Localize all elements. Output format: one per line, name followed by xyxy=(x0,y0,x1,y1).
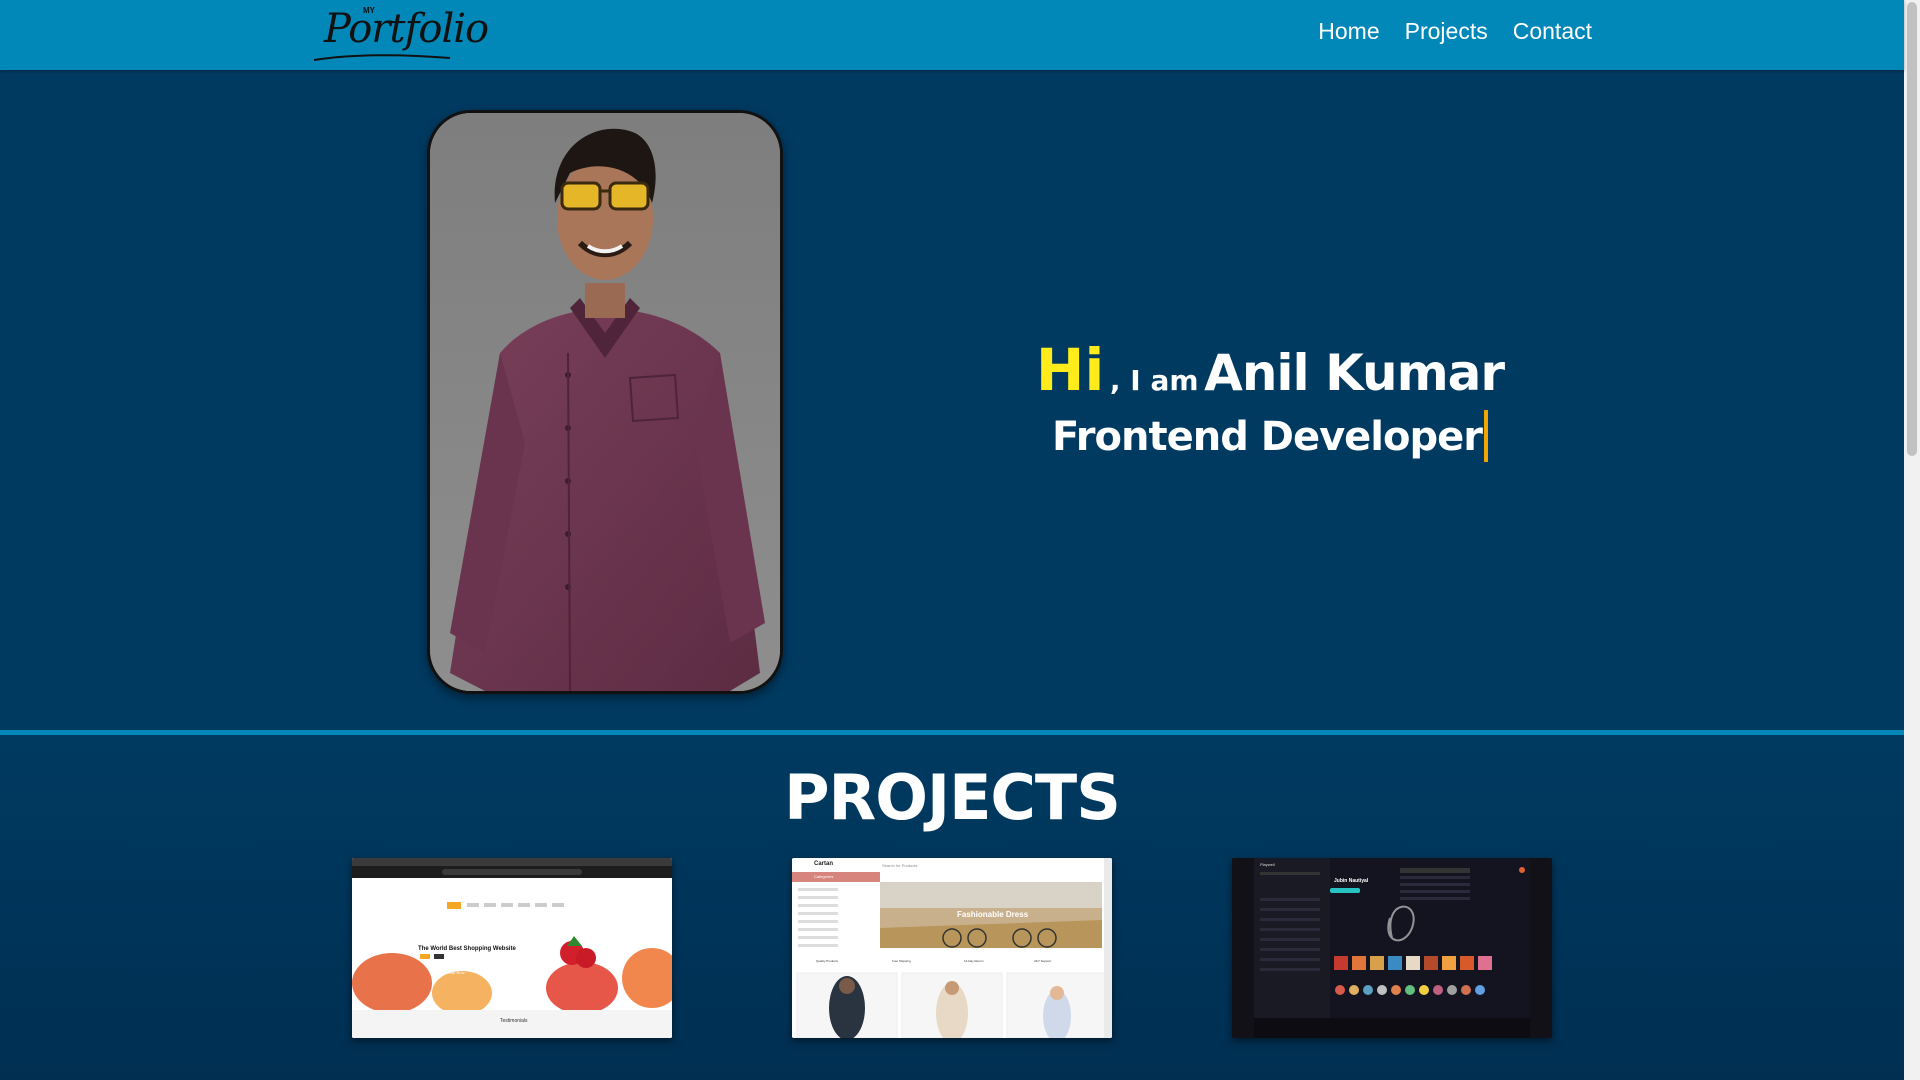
logo-text: Portfolio xyxy=(324,6,489,52)
project-card-grocery[interactable]: The World Best Shopping Website Shop Now… xyxy=(352,858,672,1038)
fashion-store-thumbnail xyxy=(792,858,1112,1038)
role-text: Frontend Developer xyxy=(1052,414,1483,460)
profile-photo xyxy=(427,110,783,694)
typing-caret xyxy=(1483,410,1488,462)
main-nav: Home Projects Contact xyxy=(1318,18,1592,45)
logo-underline-icon xyxy=(313,54,451,61)
card-cartan-feature-3: 14-Day Return xyxy=(964,959,984,963)
page: MY Portfolio Home Projects Contact Hi , … xyxy=(0,0,1920,1080)
card-music-brand: Playwell xyxy=(1260,862,1275,867)
hero-role: Frontend Developer xyxy=(1030,410,1510,462)
nav-projects-link[interactable]: Projects xyxy=(1405,18,1488,45)
greeting-name: Anil Kumar xyxy=(1204,344,1505,402)
project-card-music[interactable]: Playwell Jubin Nautiyal xyxy=(1232,858,1552,1038)
card-cartan-search: Search for Products xyxy=(882,863,918,868)
card-cartan-feature-2: Free Shipping xyxy=(892,959,911,963)
nav-contact-link[interactable]: Contact xyxy=(1513,18,1592,45)
greeting-hi: Hi xyxy=(1035,336,1105,404)
hero-section: Hi , I am Anil Kumar Frontend Developer xyxy=(0,70,1904,730)
music-player-thumbnail xyxy=(1232,858,1552,1038)
projects-section: PROJECTS The World Best Shopping Website… xyxy=(0,735,1904,1080)
portfolio-logo[interactable]: MY Portfolio xyxy=(312,2,489,64)
scrollbar-thumb[interactable] xyxy=(1907,2,1917,456)
card-grocery-button: Shop Now xyxy=(446,970,465,975)
card-cartan-banner: Fashionable Dress xyxy=(957,910,1029,919)
card-cartan-feature-1: Quality Products xyxy=(816,959,839,963)
card-grocery-footer: Testimonials xyxy=(500,1018,528,1024)
greeting-i-am: , I am xyxy=(1109,364,1199,397)
nav-home-link[interactable]: Home xyxy=(1318,18,1379,45)
card-cartan-feature-4: 24/7 Support xyxy=(1034,959,1052,963)
person-illustration xyxy=(430,113,780,691)
top-navbar: MY Portfolio Home Projects Contact xyxy=(0,0,1904,70)
card-cartan-categories: Categories xyxy=(814,874,834,879)
projects-title: PROJECTS xyxy=(784,761,1121,834)
card-music-artist: Jubin Nautiyal xyxy=(1334,878,1369,884)
page-scrollbar[interactable] xyxy=(1904,0,1920,1080)
card-cartan-brand: Cartan xyxy=(814,861,834,867)
card-grocery-headline: The World Best Shopping Website xyxy=(418,946,516,952)
hero-greeting: Hi , I am Anil Kumar xyxy=(1030,336,1510,404)
project-card-cartan[interactable]: Cartan Search for Products Categories Fa… xyxy=(792,858,1112,1038)
